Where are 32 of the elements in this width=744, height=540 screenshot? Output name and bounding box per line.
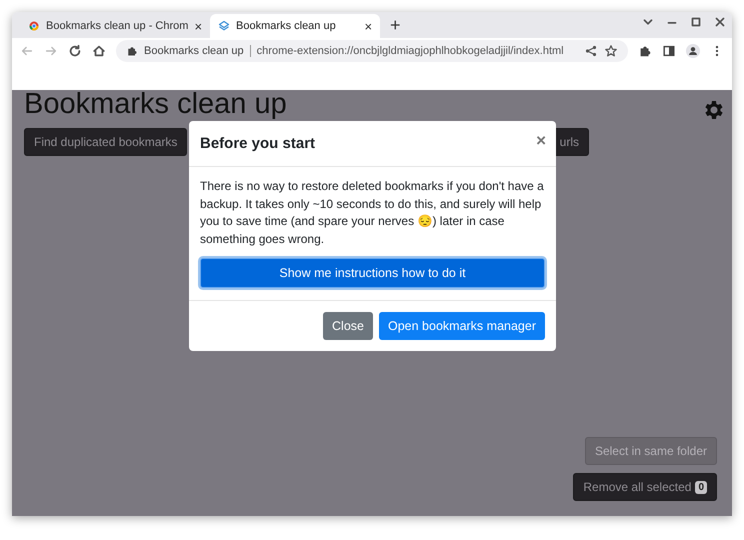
close-tab-button[interactable]: × bbox=[194, 18, 202, 34]
profile-icon[interactable] bbox=[686, 44, 700, 58]
puzzle-icon bbox=[126, 45, 138, 57]
action-button[interactable]: Remove all selected 0 bbox=[573, 473, 717, 501]
toolbar-button[interactable]: Find duplicated bookmarks bbox=[24, 128, 188, 156]
maximize-icon[interactable] bbox=[689, 15, 703, 29]
share-icon[interactable] bbox=[584, 44, 598, 58]
close-button[interactable]: × bbox=[536, 130, 546, 150]
reload-icon[interactable] bbox=[68, 44, 82, 58]
new-tab-button[interactable]: + bbox=[390, 15, 401, 35]
star-icon[interactable] bbox=[604, 44, 618, 58]
browser-tab[interactable]: Bookmarks clean up × bbox=[210, 14, 380, 38]
dialog-message: There is no way to restore deleted bookmarks if you don't have a backup. It takes only ~10 seconds to do this, and surely will help you to save time (and spare your nerves 😔) later in case something goes wrong. bbox=[200, 178, 545, 248]
close-icon[interactable] bbox=[713, 15, 727, 29]
address-bar[interactable]: Bookmarks clean up chrome-extension://oncbjlgldmiagjophlhobkogeladjjil/index.html bbox=[116, 40, 628, 62]
close-tab-button[interactable]: × bbox=[364, 18, 372, 34]
url-text: chrome-extension://oncbjlgldmiagjophlhobkogeladjjil/index.html bbox=[256, 45, 564, 57]
tab-title: Bookmarks clean up bbox=[236, 20, 337, 32]
count-badge: 0 bbox=[695, 480, 707, 494]
home-icon[interactable] bbox=[92, 44, 106, 58]
dialog-button[interactable]: Open bookmarks manager bbox=[379, 312, 545, 340]
layers-icon bbox=[218, 20, 230, 32]
tab-title: Bookmarks clean up - Chrom bbox=[46, 20, 188, 32]
puzzle-icon[interactable] bbox=[638, 44, 652, 58]
page-title: Bookmarks clean up bbox=[24, 88, 287, 120]
dialog-title: Before you start bbox=[200, 135, 316, 152]
side-panel-icon[interactable] bbox=[662, 44, 676, 58]
dialog-button[interactable]: Close bbox=[323, 312, 373, 340]
site-name: Bookmarks clean up bbox=[144, 45, 251, 57]
instructions-button[interactable]: Show me instructions how to do it bbox=[200, 258, 545, 288]
browser-tab[interactable]: Bookmarks clean up - Chrom × bbox=[20, 14, 210, 38]
chrome-logo-icon bbox=[28, 20, 40, 32]
